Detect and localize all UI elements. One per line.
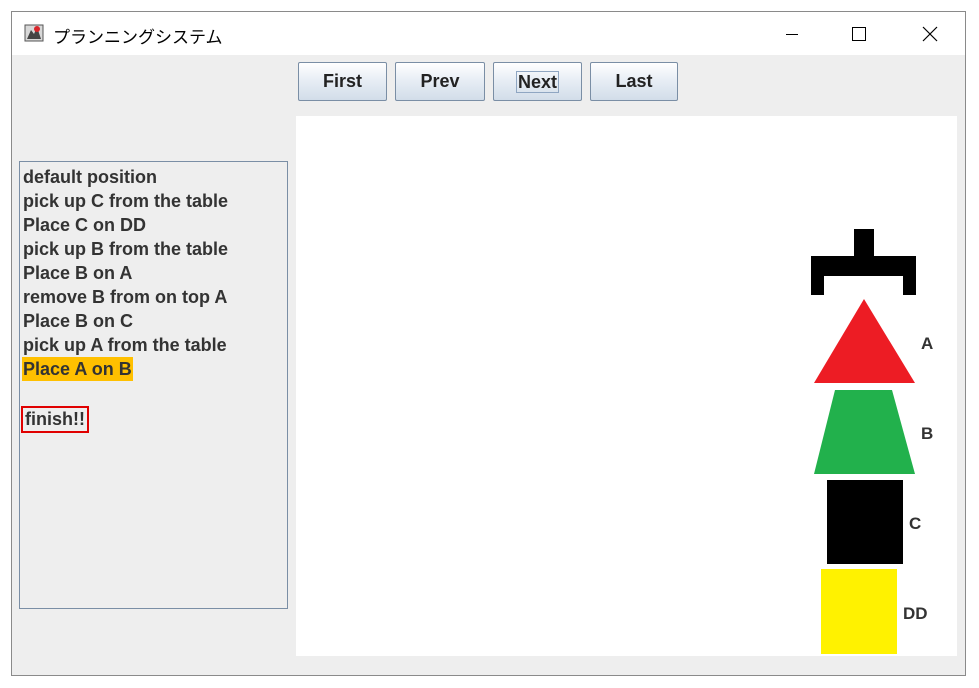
- first-button[interactable]: First: [298, 62, 387, 101]
- block-label-a: A: [921, 334, 934, 353]
- step-item[interactable]: remove B from on top A: [22, 285, 228, 309]
- steps-list[interactable]: default position pick up C from the tabl…: [19, 161, 288, 609]
- minimize-button[interactable]: [769, 12, 815, 55]
- block-world-drawing: [811, 229, 916, 654]
- block-c-square: [827, 480, 903, 564]
- step-item[interactable]: pick up A from the table: [22, 333, 228, 357]
- step-item[interactable]: Place B on C: [22, 309, 134, 333]
- java-app-icon: [24, 24, 44, 42]
- block-label-b: B: [921, 424, 934, 443]
- next-button-label: Next: [515, 70, 559, 93]
- prev-button[interactable]: Prev: [395, 62, 485, 101]
- block-label-c: C: [909, 514, 922, 533]
- close-button[interactable]: [907, 12, 953, 55]
- window-title: プランニングシステム: [53, 28, 223, 47]
- maximize-icon: [852, 26, 866, 41]
- maximize-button[interactable]: [836, 12, 882, 55]
- finish-label: finish!!: [21, 406, 89, 433]
- drawing-canvas: A B C DD: [296, 116, 957, 656]
- step-item[interactable]: default position: [22, 165, 158, 189]
- block-b-trapezoid: [814, 390, 915, 474]
- step-item[interactable]: pick up B from the table: [22, 237, 229, 261]
- title-bar[interactable]: プランニングシステム: [12, 12, 965, 55]
- gripper-icon: [811, 229, 916, 295]
- last-button[interactable]: Last: [590, 62, 678, 101]
- next-button[interactable]: Next: [493, 62, 582, 101]
- step-item[interactable]: pick up C from the table: [22, 189, 229, 213]
- step-item[interactable]: Place C on DD: [22, 213, 147, 237]
- last-button-label: Last: [615, 71, 653, 91]
- step-item-current[interactable]: Place A on B: [22, 357, 133, 381]
- step-item[interactable]: Place B on A: [22, 261, 133, 285]
- app-window: プランニングシステム First Prev Next Last default: [11, 11, 966, 676]
- close-icon: [922, 26, 938, 41]
- prev-button-label: Prev: [420, 71, 460, 91]
- block-label-dd: DD: [903, 604, 928, 623]
- block-dd-square: [821, 569, 897, 654]
- block-a-triangle: [814, 299, 915, 383]
- minimize-icon: [786, 33, 798, 35]
- first-button-label: First: [322, 71, 362, 91]
